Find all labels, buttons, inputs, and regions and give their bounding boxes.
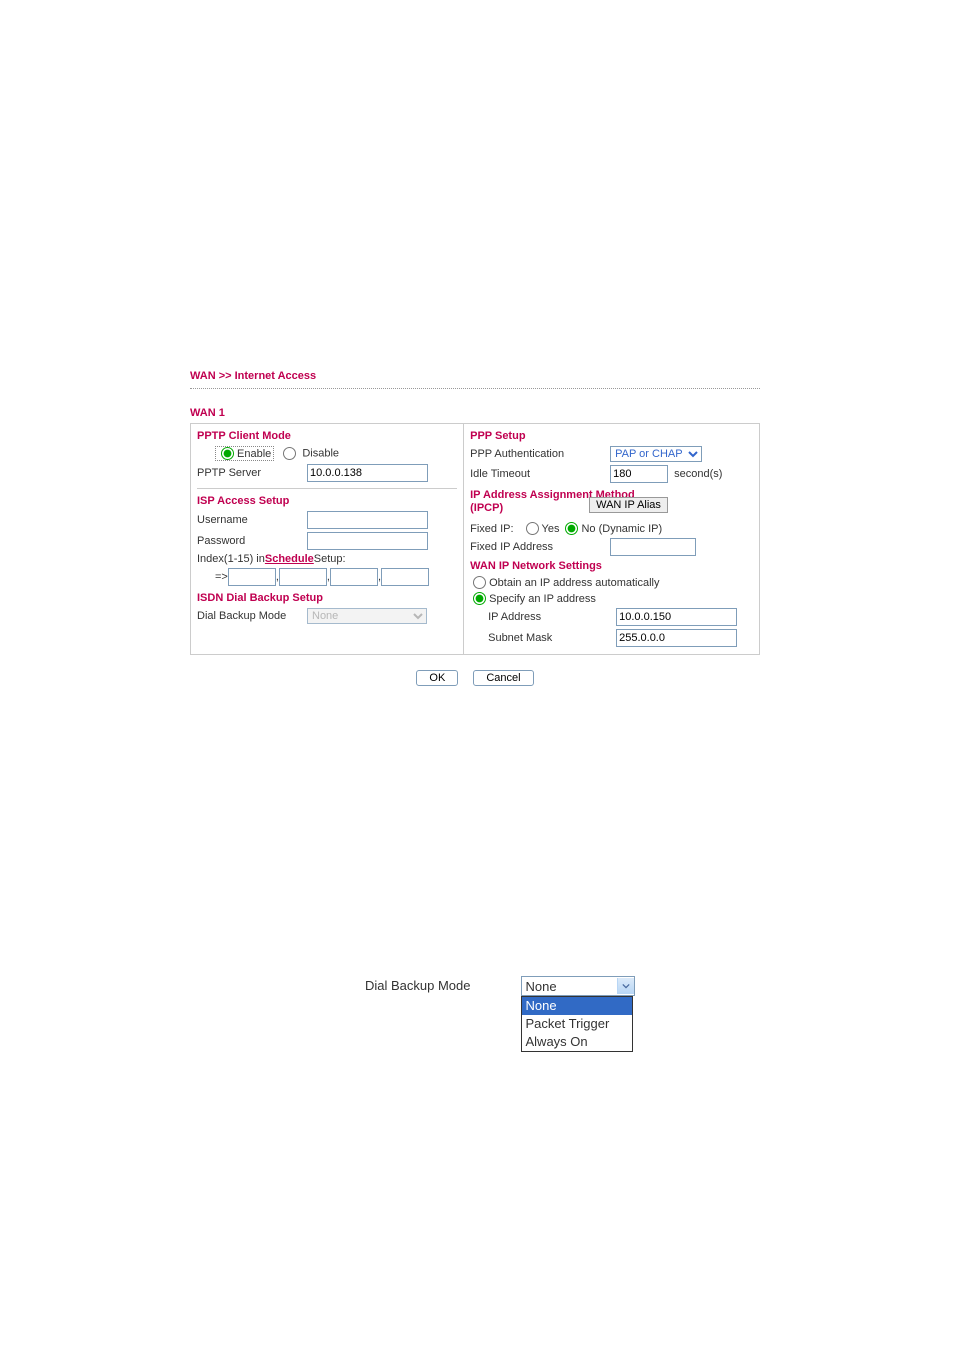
- pptp-server-label: PPTP Server: [197, 467, 307, 479]
- dropdown-list: None Packet Trigger Always On: [521, 996, 633, 1052]
- schedule-input-3[interactable]: [330, 568, 378, 586]
- dial-backup-mode-select[interactable]: None: [307, 608, 427, 624]
- wan-ip-alias-button[interactable]: WAN IP Alias: [589, 497, 668, 513]
- schedule-link[interactable]: Schedule: [265, 553, 314, 565]
- dropdown-option-always-on[interactable]: Always On: [522, 1033, 632, 1051]
- dial-backup-mode-select-2[interactable]: None: [521, 976, 635, 996]
- pptp-enable-label: Enable: [237, 448, 271, 460]
- specify-ip-radio[interactable]: [473, 592, 486, 605]
- schedule-input-1[interactable]: [228, 568, 276, 586]
- fixed-ip-yes-radio[interactable]: [526, 522, 539, 535]
- dropdown-selected-text: None: [526, 979, 557, 994]
- schedule-input-4[interactable]: [381, 568, 429, 586]
- fixed-ip-address-label: Fixed IP Address: [470, 541, 610, 553]
- fixed-ip-label: Fixed IP:: [470, 523, 513, 535]
- pptp-client-mode-title: PPTP Client Mode: [197, 430, 457, 442]
- fixed-ip-yes-label: Yes: [542, 523, 560, 535]
- index-suffix: Setup:: [314, 553, 346, 565]
- index-prefix: Index(1-15) in: [197, 553, 265, 565]
- obtain-auto-label: Obtain an IP address automatically: [489, 577, 659, 589]
- pptp-server-input[interactable]: [307, 464, 428, 482]
- password-label: Password: [197, 535, 307, 547]
- isdn-dial-backup-title: ISDN Dial Backup Setup: [197, 592, 457, 604]
- ip-address-label: IP Address: [488, 611, 616, 623]
- fixed-ip-no-label: No (Dynamic IP): [581, 523, 662, 535]
- fixed-ip-no-radio[interactable]: [565, 522, 578, 535]
- settings-table: PPTP Client Mode Enable Disable PPTP Ser…: [190, 423, 760, 655]
- dropdown-option-packet-trigger[interactable]: Packet Trigger: [522, 1015, 632, 1033]
- cancel-button[interactable]: Cancel: [473, 670, 533, 686]
- ok-button[interactable]: OK: [416, 670, 458, 686]
- dial-backup-mode-label: Dial Backup Mode: [197, 610, 307, 622]
- ppp-auth-select[interactable]: PAP or CHAP: [610, 446, 702, 462]
- idle-timeout-label: Idle Timeout: [470, 468, 610, 480]
- ppp-setup-title: PPP Setup: [470, 430, 753, 442]
- schedule-input-2[interactable]: [279, 568, 327, 586]
- fixed-ip-address-input[interactable]: [610, 538, 696, 556]
- dial-backup-mode-label-2: Dial Backup Mode: [365, 976, 471, 993]
- pptp-disable-label: Disable: [302, 447, 339, 459]
- username-label: Username: [197, 514, 307, 526]
- username-input[interactable]: [307, 511, 428, 529]
- specify-ip-label: Specify an IP address: [489, 593, 596, 605]
- chevron-down-icon[interactable]: [617, 978, 634, 994]
- idle-timeout-input[interactable]: [610, 465, 668, 483]
- dropdown-option-none[interactable]: None: [522, 997, 632, 1015]
- schedule-arrow: =>: [215, 571, 228, 583]
- wan-ip-network-title: WAN IP Network Settings: [470, 560, 753, 572]
- subnet-mask-input[interactable]: [616, 629, 737, 647]
- ppp-auth-label: PPP Authentication: [470, 448, 610, 460]
- subnet-mask-label: Subnet Mask: [488, 632, 616, 644]
- isp-access-setup-title: ISP Access Setup: [197, 495, 457, 507]
- pptp-disable-radio[interactable]: [283, 447, 296, 460]
- seconds-label: second(s): [674, 468, 722, 480]
- password-input[interactable]: [307, 532, 428, 550]
- pptp-enable-radio[interactable]: [221, 447, 234, 460]
- wan-section-title: WAN 1: [190, 407, 760, 419]
- ip-address-input[interactable]: [616, 608, 737, 626]
- breadcrumb: WAN >> Internet Access: [190, 370, 760, 389]
- obtain-auto-radio[interactable]: [473, 576, 486, 589]
